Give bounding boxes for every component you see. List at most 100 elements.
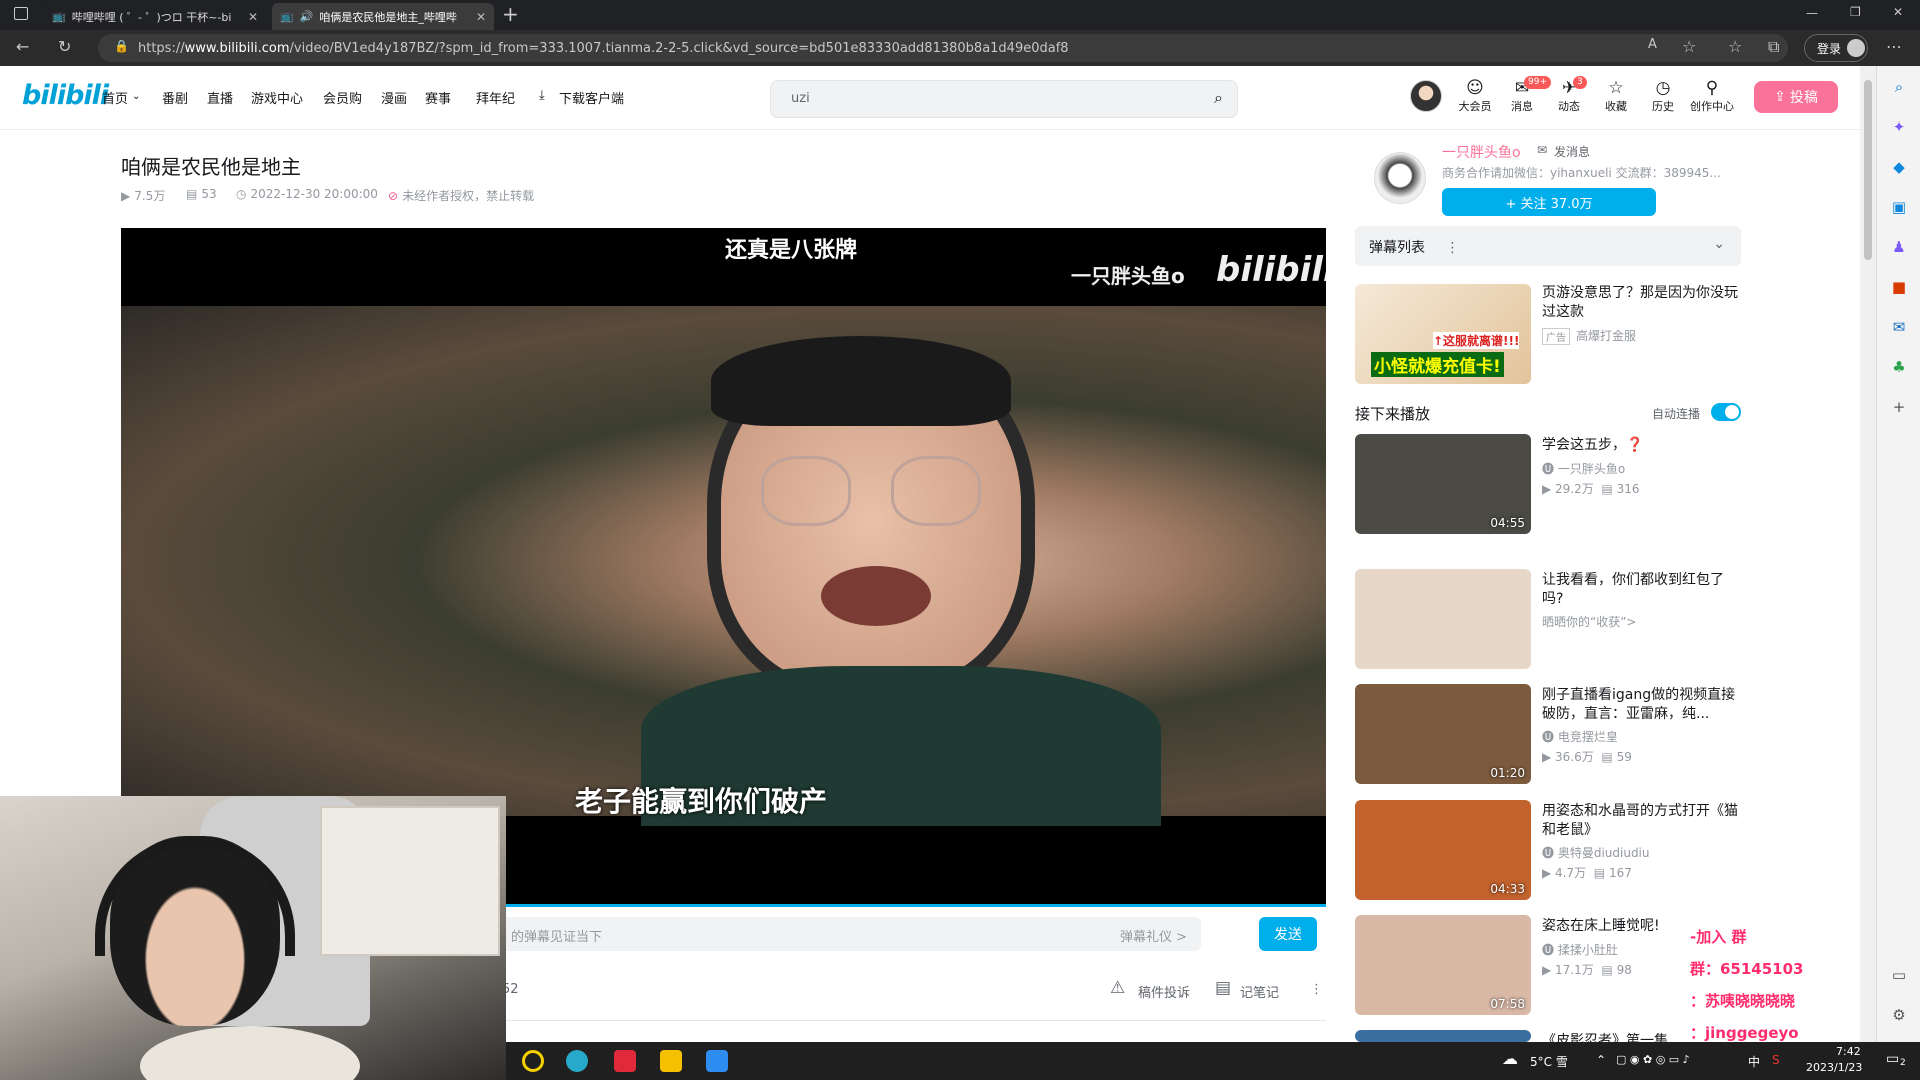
close-tab-icon[interactable]: ✕	[476, 10, 486, 24]
uploader-avatar[interactable]	[1374, 152, 1426, 204]
scrollbar-thumb[interactable]	[1864, 80, 1872, 260]
bilibili-logo[interactable]: bilibili	[22, 80, 109, 111]
recommendation-title[interactable]: 学会这五步，❓	[1542, 436, 1742, 455]
browser-tab-2[interactable]: 📺 🔊 咱俩是农民他是地主_哔哩哔 ✕	[272, 3, 494, 30]
header-history[interactable]: ◷ 历史	[1643, 78, 1683, 114]
close-window-button[interactable]: ✕	[1893, 5, 1903, 19]
app-icon-edge[interactable]	[566, 1050, 588, 1072]
app-icon-owl[interactable]	[660, 1050, 682, 1072]
nav-download-client[interactable]: 下载客户端	[559, 88, 624, 107]
discover-icon[interactable]: ✦	[1889, 118, 1909, 138]
chevron-down-icon[interactable]: ⌄	[1713, 236, 1725, 252]
shopping-icon[interactable]: ◆	[1889, 158, 1909, 178]
ad-source: 高爆打金服	[1576, 329, 1637, 343]
nav-mall[interactable]: 会员购	[323, 88, 362, 107]
tab-actions-icon[interactable]	[14, 7, 28, 20]
url-field[interactable]: 🔒 https://www.bilibili.com/video/BV1ed4y…	[98, 34, 1788, 62]
notification-icon[interactable]: ▭	[1886, 1051, 1899, 1067]
nav-esports[interactable]: 赛事	[425, 88, 451, 107]
tray-icons[interactable]: ▢ ◉ ✿ ◎ ▭ ♪	[1616, 1053, 1690, 1066]
report-button[interactable]: 稿件投诉	[1138, 982, 1190, 1001]
header-icon-label: 动态	[1558, 100, 1580, 113]
danmaku-input[interactable]: 的弹幕见证当下 弹幕礼仪 >	[501, 917, 1201, 951]
nav-new-year[interactable]: 拜年纪	[476, 88, 515, 107]
recommendation-title[interactable]: 让我看看，你们都收到红包了吗?	[1542, 571, 1742, 609]
ad-title[interactable]: 页游没意思了？那是因为你没玩过这款	[1542, 284, 1742, 322]
recommendation-thumbnail[interactable]	[1355, 1030, 1531, 1042]
header-vip[interactable]: ☺ 大会员	[1455, 78, 1495, 114]
recommendation-title[interactable]: 用姿态和水晶哥的方式打开《猫和老鼠》	[1542, 802, 1742, 840]
nav-home[interactable]: 首页	[102, 88, 128, 107]
header-favorites[interactable]: ☆ 收藏	[1596, 78, 1636, 114]
recommendation-thumbnail[interactable]: 04:55	[1355, 434, 1531, 534]
recommendation-author[interactable]: 🅤 一只胖头鱼o	[1542, 460, 1625, 477]
nav-anime[interactable]: 番剧	[162, 88, 188, 107]
notification-count: 2	[1900, 1058, 1906, 1068]
profile-button[interactable]: 登录	[1804, 34, 1868, 62]
upload-button[interactable]: ⇪ 投稿	[1754, 81, 1838, 113]
recommendation-thumbnail[interactable]: 01:20	[1355, 684, 1531, 784]
refresh-icon[interactable]: ↻	[58, 37, 71, 56]
recommendation-thumbnail[interactable]: 04:33	[1355, 800, 1531, 900]
more-options-icon[interactable]: ⋯	[1886, 37, 1902, 56]
user-avatar[interactable]	[1410, 80, 1442, 112]
follow-button[interactable]: + 关注 37.0万	[1442, 188, 1656, 216]
browser-tab-1[interactable]: 📺 哔哩哔哩 ( ゜- ゜)つロ 干杯~-bili ✕	[44, 3, 266, 30]
recommendation-thumbnail[interactable]	[1355, 569, 1531, 669]
more-icon[interactable]: ⋮	[1445, 240, 1459, 256]
recommendation-author[interactable]: 🅤 奥特曼diudiudiu	[1542, 844, 1650, 861]
read-aloud-icon[interactable]: A	[1648, 37, 1657, 52]
ime-indicator[interactable]: 中	[1748, 1053, 1760, 1070]
add-favorite-icon[interactable]: ☆	[1682, 37, 1696, 56]
autoplay-toggle[interactable]	[1711, 403, 1741, 421]
nav-manga[interactable]: 漫画	[381, 88, 407, 107]
recommendation-thumbnail[interactable]: 07:58	[1355, 915, 1531, 1015]
minimize-button[interactable]: —	[1806, 6, 1818, 20]
collections-icon[interactable]: ⧉	[1768, 37, 1779, 57]
restore-button[interactable]: ❐	[1850, 5, 1861, 19]
app-icon-k[interactable]	[706, 1050, 728, 1072]
app-icon-red[interactable]	[614, 1050, 636, 1072]
recommendation-author[interactable]: 晒晒你的“收获”>	[1542, 613, 1637, 630]
send-message-button[interactable]: 发消息	[1554, 143, 1590, 160]
nav-game-center[interactable]: 游戏中心	[251, 88, 303, 107]
danmaku-etiquette-link[interactable]: 弹幕礼仪 >	[1120, 926, 1187, 945]
ad-thumbnail[interactable]: ↑这服就离谱!!! 小怪就爆充值卡!	[1355, 284, 1531, 384]
clock-date[interactable]: 2023/1/23	[1806, 1061, 1862, 1074]
more-icon[interactable]: ⋮	[1310, 982, 1323, 997]
app-icon-yellow[interactable]	[522, 1050, 544, 1072]
close-tab-icon[interactable]: ✕	[248, 10, 258, 24]
search-icon[interactable]: ⌕	[1889, 78, 1909, 98]
profile-avatar-icon	[1847, 39, 1866, 57]
games-icon[interactable]: ♟	[1889, 238, 1909, 258]
tree-icon[interactable]: ♣	[1889, 358, 1909, 378]
outlook-icon[interactable]: ✉	[1889, 318, 1909, 338]
recommendation-author[interactable]: 🅤 揉揉小肚肚	[1542, 941, 1618, 958]
take-notes-button[interactable]: 记笔记	[1240, 982, 1279, 1001]
danmaku-list-panel[interactable]: 弹幕列表 ⋮ ⌄	[1355, 226, 1741, 266]
add-icon[interactable]: +	[1889, 398, 1909, 418]
favorites-icon[interactable]: ☆	[1728, 37, 1742, 56]
ime-sogou-icon[interactable]: S	[1772, 1053, 1780, 1067]
recommendation-title[interactable]: 刚子直播看igang做的视频直接破防，直言：亚雷麻，纯...	[1542, 686, 1742, 724]
header-creator-center[interactable]: ⚲ 创作中心	[1686, 78, 1738, 114]
settings-icon[interactable]: ⚙	[1889, 1006, 1909, 1026]
nav-live[interactable]: 直播	[207, 88, 233, 107]
header-messages[interactable]: ✉ 消息 99+	[1502, 76, 1551, 114]
recommendation-author[interactable]: 🅤 电竞摆烂皇	[1542, 728, 1618, 745]
danmaku-value: 316	[1616, 482, 1640, 496]
clock-time[interactable]: 7:42	[1836, 1045, 1861, 1058]
split-screen-icon[interactable]: ▭	[1889, 966, 1909, 986]
tools-icon[interactable]: ▣	[1889, 198, 1909, 218]
weather-text[interactable]: 5°C 雪	[1530, 1053, 1568, 1070]
back-icon[interactable]: ←	[16, 37, 29, 56]
new-tab-button[interactable]: +	[502, 2, 519, 26]
audio-playing-icon[interactable]: 🔊	[300, 10, 314, 23]
office-icon[interactable]: ■	[1889, 278, 1909, 298]
tray-chevron-icon[interactable]: ⌃	[1596, 1053, 1606, 1067]
send-danmaku-button[interactable]: 发送	[1259, 917, 1317, 951]
header-dynamic[interactable]: ✈ 动态 3	[1549, 76, 1589, 114]
uploader-name[interactable]: 一只胖头鱼o	[1442, 142, 1521, 162]
search-icon[interactable]: ⌕	[1214, 88, 1223, 108]
search-input[interactable]: uzi ⌕	[770, 80, 1238, 118]
